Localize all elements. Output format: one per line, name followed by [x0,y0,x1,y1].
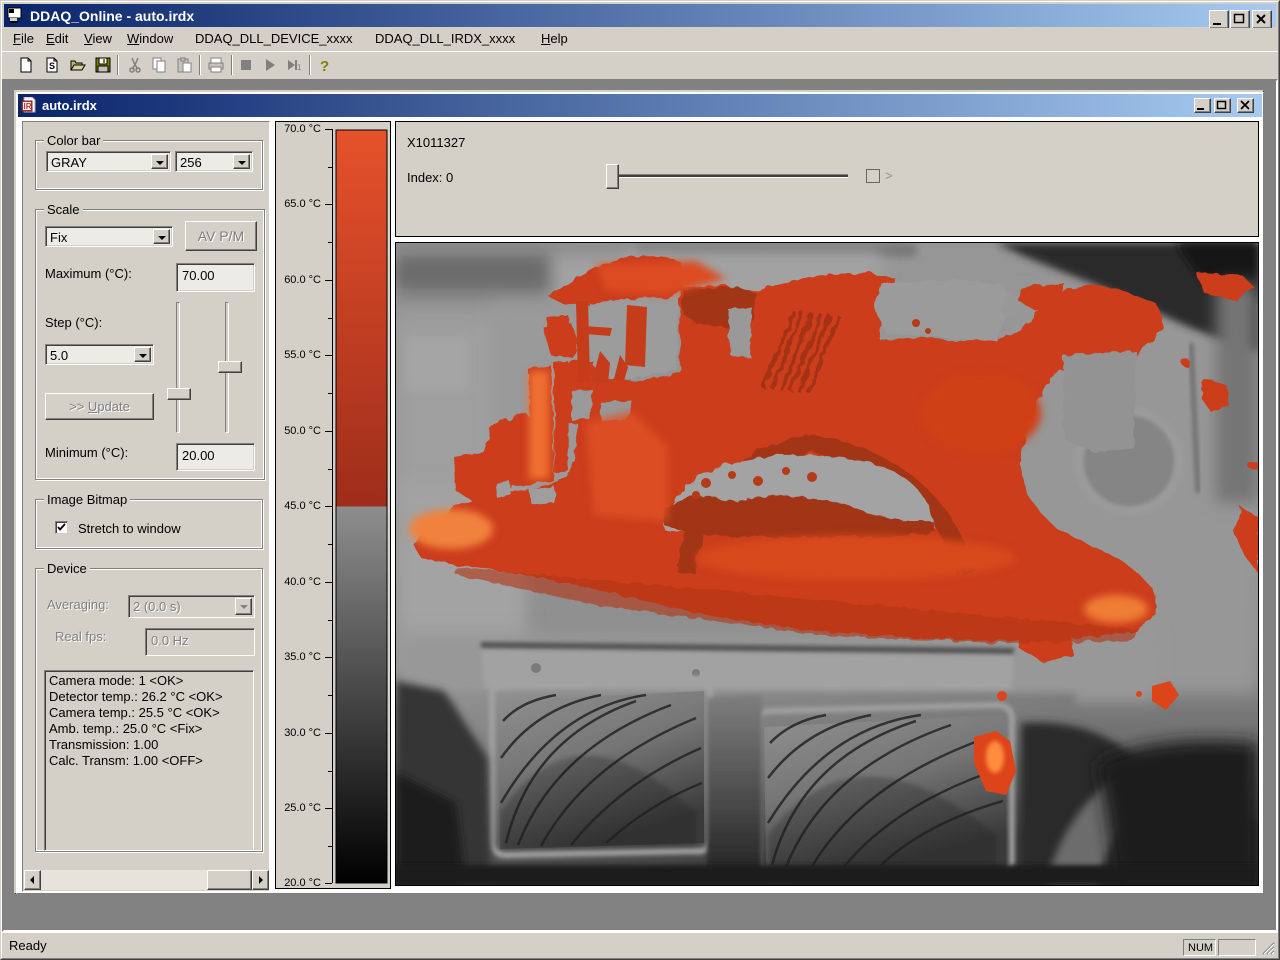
svg-text:?: ? [320,58,329,73]
svg-text:IR: IR [24,102,32,111]
svg-text:S: S [49,61,55,71]
svg-text:1: 1 [297,63,302,72]
